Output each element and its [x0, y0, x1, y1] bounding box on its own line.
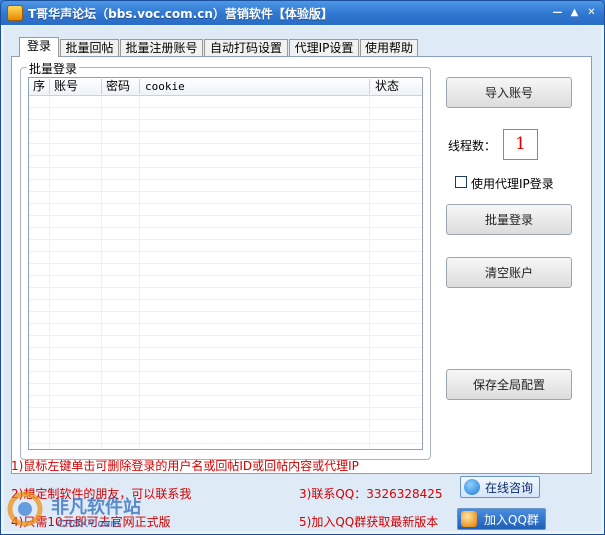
tip-contact-qq: 3)联系QQ：3326328425	[299, 487, 443, 501]
tip-delete: 1)鼠标左键单击可删除登录的用户名或回帖ID或回帖内容或代理IP	[11, 459, 359, 473]
account-list[interactable]: 序 账号 密码 cookie 状态	[28, 77, 423, 450]
col-divider	[369, 79, 370, 94]
clear-accounts-button[interactable]: 清空账户	[446, 257, 572, 288]
thread-count-label: 线程数：	[448, 139, 497, 153]
thread-count-input[interactable]: 1	[503, 129, 538, 160]
online-consult-button[interactable]: 在线咨询	[460, 476, 540, 498]
online-consult-label: 在线咨询	[485, 481, 534, 495]
window-title: T哥华声论坛（bbs.voc.com.cn）营销软件【体验版】	[28, 7, 333, 21]
col-cookie[interactable]: cookie	[145, 78, 185, 95]
tab-batch-register[interactable]: 批量注册账号	[120, 39, 203, 56]
tip-qq-group: 5)加入QQ群获取最新版本	[299, 515, 439, 529]
grid-line	[49, 96, 50, 449]
tab-login[interactable]: 登录	[19, 37, 59, 57]
title-bar[interactable]: T哥华声论坛（bbs.voc.com.cn）营销软件【体验版】 — ▲ ✕	[1, 1, 604, 25]
qq-group-icon	[461, 511, 477, 527]
batch-login-group: 批量登录 序 账号 密码 cookie 状态	[20, 60, 431, 460]
col-divider	[101, 79, 102, 94]
batch-login-button[interactable]: 批量登录	[446, 204, 572, 235]
tab-help[interactable]: 使用帮助	[360, 39, 418, 56]
maximize-icon[interactable]: ▲	[567, 6, 582, 20]
watermark-text-en: CRSKY.com	[57, 518, 120, 530]
grid-line	[101, 96, 102, 449]
minimize-icon[interactable]: —	[550, 6, 565, 20]
col-status[interactable]: 状态	[375, 78, 399, 95]
close-icon[interactable]: ✕	[584, 6, 599, 20]
join-qq-group-button[interactable]: 加入QQ群	[457, 508, 546, 530]
grid-line	[139, 96, 140, 449]
col-password[interactable]: 密码	[106, 78, 130, 95]
app-icon	[7, 5, 23, 21]
use-proxy-checkbox[interactable]	[455, 176, 467, 188]
col-divider	[139, 79, 140, 94]
list-header: 序 账号 密码 cookie 状态	[29, 78, 422, 96]
save-config-button[interactable]: 保存全局配置	[446, 369, 572, 400]
tab-captcha-settings[interactable]: 自动打码设置	[204, 39, 288, 56]
use-proxy-label[interactable]: 使用代理IP登录	[471, 175, 554, 192]
import-accounts-button[interactable]: 导入账号	[446, 77, 572, 108]
group-title: 批量登录	[27, 60, 80, 77]
col-divider	[49, 79, 50, 94]
col-account[interactable]: 账号	[54, 78, 78, 95]
list-body[interactable]	[29, 96, 422, 449]
watermark-text-cn: 非凡软件站	[51, 496, 141, 517]
col-index[interactable]: 序	[33, 78, 45, 95]
app-window: T哥华声论坛（bbs.voc.com.cn）营销软件【体验版】 — ▲ ✕ 登录…	[0, 0, 605, 535]
watermark-swirl-icon: 非凡软件站 CRSKY.com	[7, 491, 141, 530]
tab-batch-reply[interactable]: 批量回帖	[60, 39, 119, 56]
grid-line	[369, 96, 370, 449]
tab-proxy-settings[interactable]: 代理IP设置	[289, 39, 359, 56]
join-qq-group-label: 加入QQ群	[484, 513, 539, 527]
chat-icon	[464, 479, 480, 495]
watermark-logo: 非凡软件站 CRSKY.com	[5, 489, 175, 531]
